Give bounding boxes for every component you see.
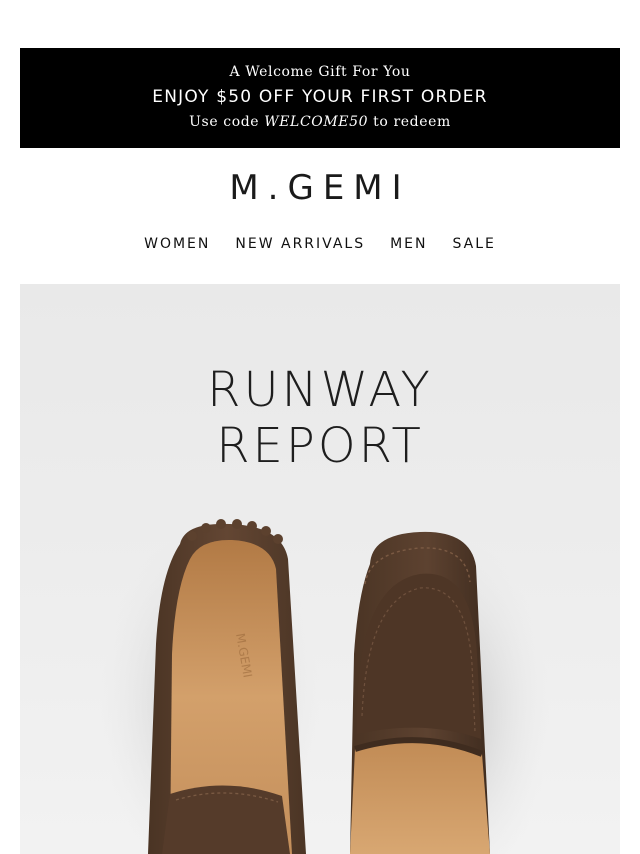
brand-logo[interactable]: M.GEMI xyxy=(0,168,640,208)
email-page: A Welcome Gift For You ENJOY $50 OFF YOU… xyxy=(0,0,640,854)
nav-item-new-arrivals[interactable]: NEW ARRIVALS xyxy=(235,236,365,252)
nav-item-women[interactable]: WOMEN xyxy=(144,236,210,252)
loafers-image: M.GEMI xyxy=(100,519,550,854)
left-loafer: M.GEMI xyxy=(148,519,306,854)
welcome-promo-banner[interactable]: A Welcome Gift For You ENJOY $50 OFF YOU… xyxy=(20,48,620,148)
hero-title-line-2: REPORT xyxy=(216,418,424,474)
main-nav: WOMEN NEW ARRIVALS MEN SALE xyxy=(0,236,640,252)
promo-code: WELCOME50 xyxy=(264,114,369,130)
promo-code-suffix: to redeem xyxy=(368,114,451,130)
promo-eyebrow: A Welcome Gift For You xyxy=(229,64,411,80)
hero-title: RUNWAY REPORT xyxy=(20,362,620,474)
promo-headline: ENJOY $50 OFF YOUR FIRST ORDER xyxy=(152,87,488,107)
hero-banner[interactable]: RUNWAY REPORT M.GEMI xyxy=(20,284,620,854)
promo-code-prefix: Use code xyxy=(189,114,265,130)
promo-code-line: Use code WELCOME50 to redeem xyxy=(20,114,620,130)
nav-item-sale[interactable]: SALE xyxy=(453,236,496,252)
right-loafer xyxy=(350,531,490,854)
nav-item-men[interactable]: MEN xyxy=(390,236,427,252)
hero-title-line-1: RUNWAY xyxy=(207,362,433,418)
